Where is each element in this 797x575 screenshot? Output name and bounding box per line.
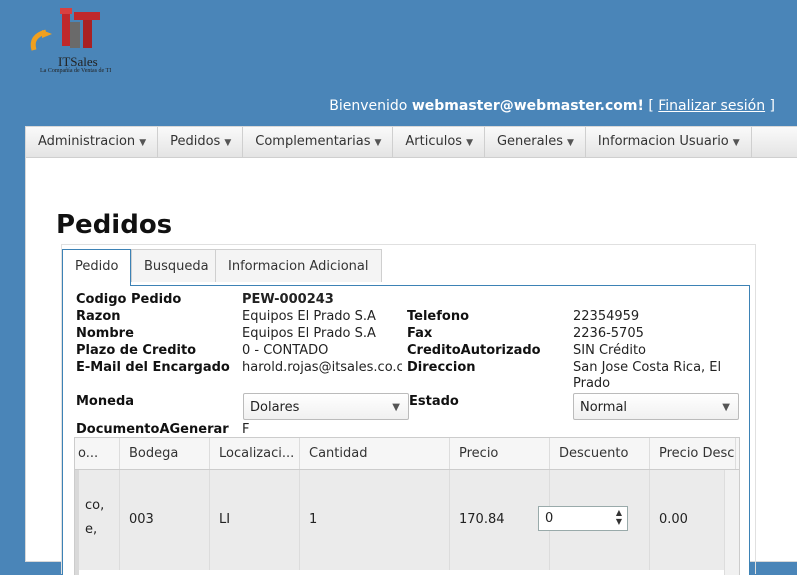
direccion-label: Direccion: [407, 360, 476, 375]
col-precio[interactable]: Precio: [450, 438, 550, 469]
user-email: webmaster@webmaster.com!: [411, 98, 644, 114]
menu-generales[interactable]: Generales ▼: [485, 127, 586, 157]
welcome-text: Bienvenido: [329, 98, 408, 114]
cell-localizacion: LI: [210, 470, 300, 570]
col-localizacion[interactable]: Localizaci...: [210, 438, 300, 469]
welcome-bar: Bienvenido webmaster@webmaster.com! [ Fi…: [329, 98, 775, 114]
moneda-select[interactable]: Dolares ▼: [243, 393, 409, 420]
cell-bodega: 003: [120, 470, 210, 570]
tab-informacion-adicional[interactable]: Informacion Adicional: [215, 249, 382, 282]
direccion-value-line2: Prado: [573, 376, 611, 391]
cell-cantidad: 1: [300, 470, 450, 570]
tabs-container: Pedido Busqueda Informacion Adicional Co…: [61, 244, 756, 575]
moneda-label: Moneda: [76, 394, 135, 409]
documento-value: F: [242, 422, 250, 437]
bracket-close: ]: [769, 98, 775, 114]
spinner-arrows-icon[interactable]: ▲ ▼: [616, 508, 622, 526]
main-panel: Administracion ▼ Pedidos ▼ Complementarias…: [25, 126, 797, 575]
descuento-stepper[interactable]: 0 ▲ ▼: [538, 506, 628, 531]
credito-value: SIN Crédito: [573, 343, 646, 358]
caret-down-icon: ▼: [139, 138, 147, 148]
caret-down-icon: ▼: [374, 138, 382, 148]
col-cantidad[interactable]: Cantidad: [300, 438, 450, 469]
codigo-label: Codigo Pedido: [76, 292, 182, 307]
email-value: harold.rojas@itsales.co.cr: [242, 360, 402, 375]
menu-administracion[interactable]: Administracion ▼: [26, 127, 159, 157]
menu-articulos[interactable]: Articulos ▼: [393, 127, 485, 157]
nombre-value: Equipos El Prado S.A: [242, 326, 376, 341]
direccion-value-line1: San Jose Costa Rica, El: [573, 360, 722, 375]
grid-header: o... Bodega Localizaci... Cantidad Preci…: [75, 438, 739, 470]
caret-down-icon: ▼: [466, 138, 473, 148]
cell-precio: 170.84: [450, 470, 550, 570]
estado-label: Estado: [409, 394, 459, 409]
bracket-open: [: [648, 98, 654, 114]
caret-down-icon: ▼: [567, 138, 574, 148]
caret-down-icon: ▼: [732, 138, 740, 148]
page-title: Pedidos: [56, 210, 173, 240]
razon-value: Equipos El Prado S.A: [242, 309, 376, 324]
chevron-down-icon: ▼: [392, 402, 400, 413]
codigo-value: PEW-000243: [242, 292, 334, 307]
telefono-label: Telefono: [407, 309, 470, 324]
documento-label: DocumentoAGenerar: [76, 422, 229, 437]
col-descripcion[interactable]: o...: [75, 438, 120, 469]
col-descuento[interactable]: Descuento: [550, 438, 650, 469]
grid-vertical-scrollbar[interactable]: [724, 470, 739, 575]
fax-value: 2236-5705: [573, 326, 644, 341]
logo-tagline: La Compañía de Ventas de TI: [40, 68, 112, 74]
telefono-value: 22354959: [573, 309, 640, 324]
tab-busqueda[interactable]: Busqueda: [131, 249, 222, 282]
table-row[interactable]: co, e, 003 LI 1 170.84 0.00 0 ▲ ▼: [75, 470, 739, 575]
estado-select[interactable]: Normal ▼: [573, 393, 739, 420]
col-precio-desc[interactable]: Precio Desc...: [650, 438, 736, 469]
credito-label: CreditoAutorizado: [407, 343, 541, 358]
items-grid: o... Bodega Localizaci... Cantidad Preci…: [74, 437, 740, 575]
menu-complementarias[interactable]: Complementarias ▼: [243, 127, 394, 157]
plazo-value: 0 - CONTADO: [242, 343, 329, 358]
email-label: E-Mail del Encargado: [76, 360, 230, 375]
main-menu: Administracion ▼ Pedidos ▼ Complementarias…: [26, 127, 797, 158]
nombre-label: Nombre: [76, 326, 134, 341]
tab-pedido[interactable]: Pedido: [62, 249, 132, 286]
logout-link[interactable]: Finalizar sesión: [658, 98, 765, 114]
chevron-down-icon: ▼: [722, 402, 730, 413]
menu-informacion-usuario[interactable]: Informacion Usuario ▼: [586, 127, 752, 157]
caret-down-icon: ▼: [224, 138, 232, 148]
cell-descripcion: co, e,: [79, 470, 120, 570]
fax-label: Fax: [407, 326, 433, 341]
razon-label: Razon: [76, 309, 121, 324]
tab-pedido-content: Codigo Pedido PEW-000243 Razon Equipos E…: [62, 285, 750, 575]
plazo-label: Plazo de Credito: [76, 343, 197, 358]
menu-pedidos[interactable]: Pedidos ▼: [158, 127, 244, 157]
col-bodega[interactable]: Bodega: [120, 438, 210, 469]
